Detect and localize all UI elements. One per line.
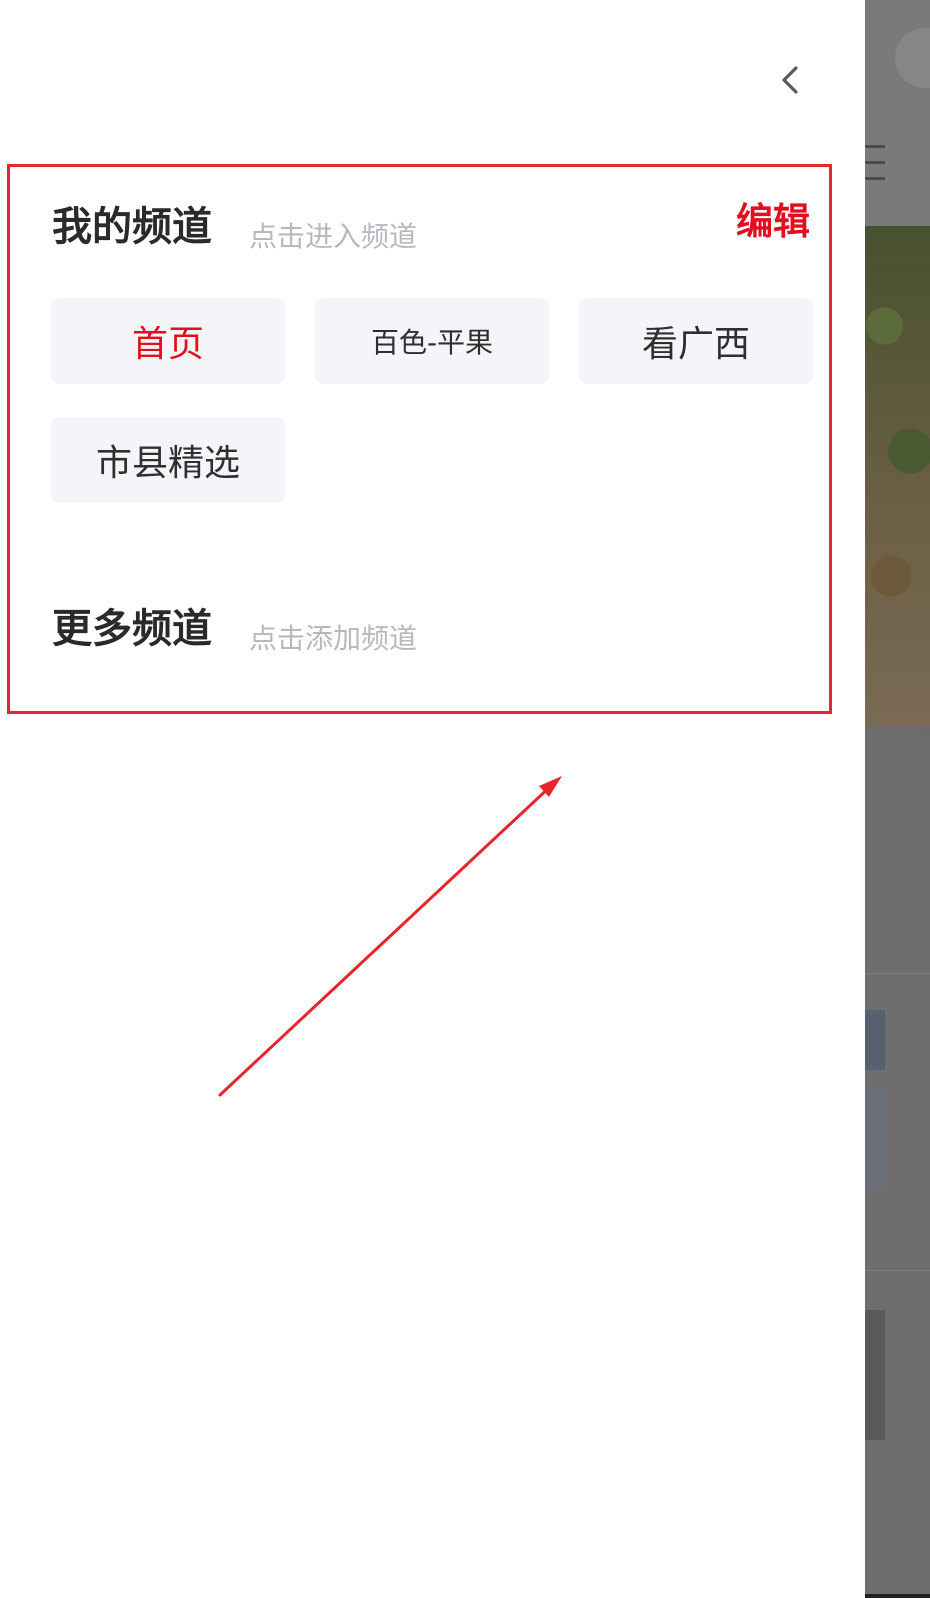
background-header	[865, 0, 930, 226]
screen: 我的频道 点击进入频道 编辑 首页 百色-平果 看广西 市县精选 更多频道 点击…	[0, 0, 930, 1598]
background-thumbnail	[865, 1010, 885, 1070]
back-button[interactable]	[772, 62, 808, 98]
chevron-left-icon	[782, 66, 798, 94]
background-divider	[865, 1270, 930, 1271]
background-bottom-bar	[865, 1594, 930, 1598]
channel-drawer: 我的频道 点击进入频道 编辑 首页 百色-平果 看广西 市县精选 更多频道 点击…	[0, 0, 865, 1598]
annotation-highlight-box	[7, 164, 832, 714]
background-thumbnail	[865, 1088, 885, 1188]
menu-icon	[865, 145, 885, 189]
background-thumbnail	[865, 1310, 885, 1440]
background-content-card	[865, 728, 930, 1598]
background-app-overlay[interactable]	[865, 0, 930, 1598]
background-photo	[865, 226, 930, 726]
background-avatar	[895, 28, 930, 88]
background-divider	[865, 973, 930, 974]
